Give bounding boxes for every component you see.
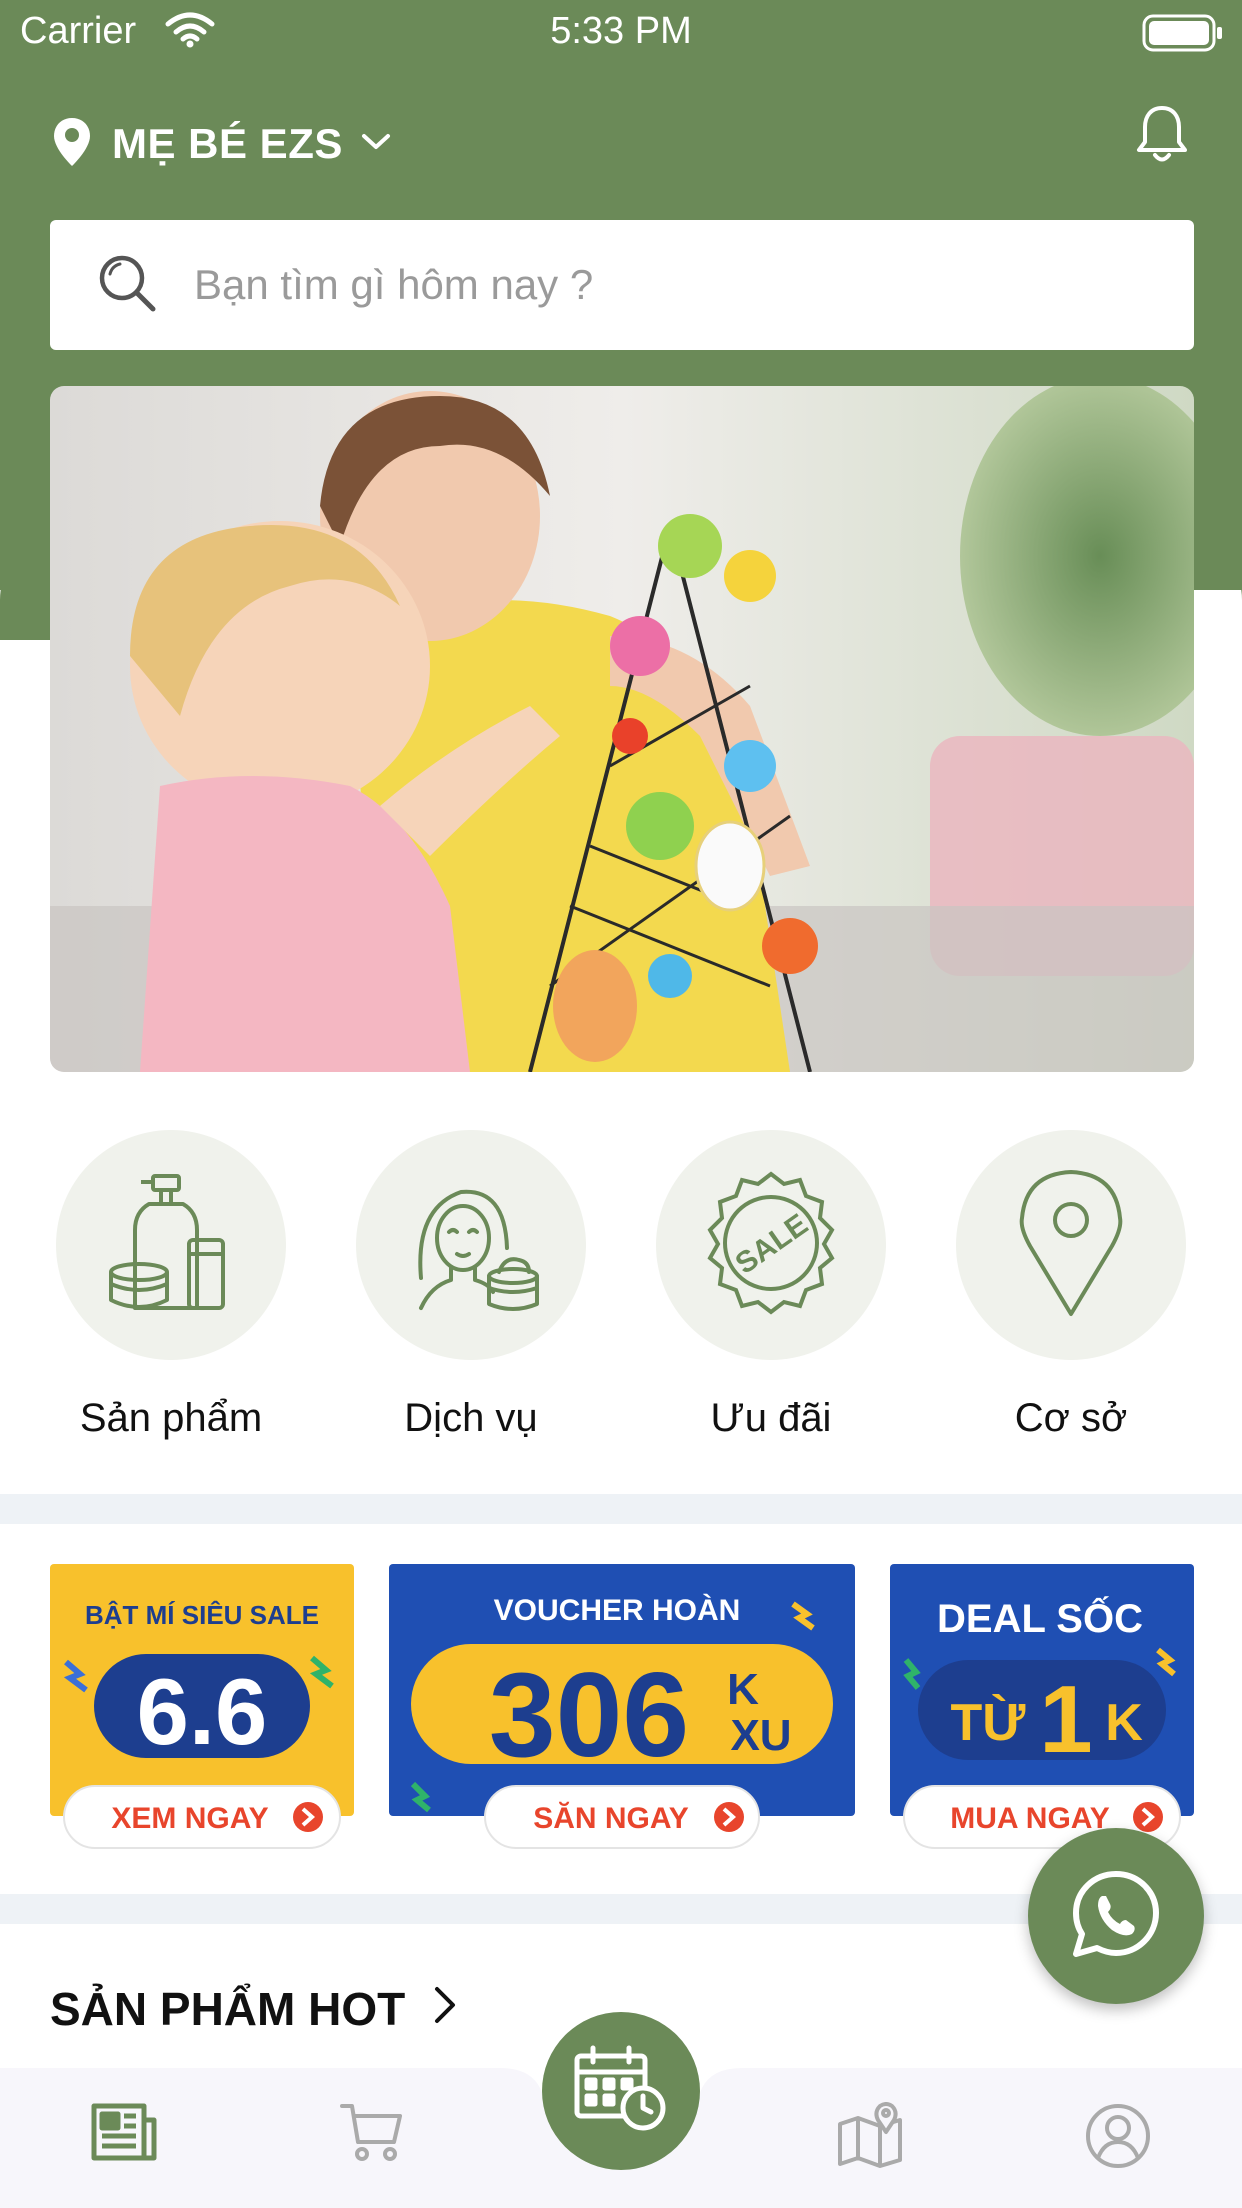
category-circle (56, 1130, 286, 1360)
beauty-service-icon (401, 1168, 541, 1323)
category-products[interactable]: Sản phẩm (21, 1130, 321, 1441)
promo-banner-voucher[interactable]: VOUCHER HOÀN 306 K XU SĂN NGAY (389, 1564, 855, 1859)
promo-big-unit: K (1105, 1694, 1143, 1752)
promo-big-text: TỪ (951, 1694, 1027, 1752)
nav-map[interactable] (836, 2102, 904, 2173)
category-label: Sản phẩm (79, 1396, 263, 1440)
section-divider (0, 1494, 1242, 1524)
category-label: Dịch vụ (404, 1396, 538, 1440)
clock: 5:33 PM (550, 10, 692, 52)
nav-cart[interactable] (340, 2102, 404, 2167)
search-bar[interactable] (50, 220, 1194, 350)
chevron-down-icon (361, 132, 391, 157)
category-offers[interactable]: SALE Ưu đãi (621, 1130, 921, 1441)
status-bar: Carrier 5:33 PM (0, 0, 1242, 64)
map-icon (836, 2102, 904, 2172)
bell-icon[interactable] (1134, 104, 1190, 171)
promo-big-text: 306 (489, 1648, 689, 1782)
promo-cta: MUA NGAY (950, 1802, 1109, 1835)
promo-big-number: 1 (1039, 1666, 1092, 1773)
location-name: MẸ BÉ EZS (112, 120, 343, 167)
category-circle (956, 1130, 1186, 1360)
location-selector[interactable]: MẸ BÉ EZS (52, 112, 391, 176)
promo-top-text: DEAL SỐC (937, 1595, 1143, 1641)
location-pin-icon (1016, 1168, 1126, 1323)
calendar-clock-icon (573, 2044, 669, 2139)
promo-suffix-bottom: XU (730, 1711, 791, 1760)
svg-text:SALE: SALE (730, 1207, 814, 1280)
booking-button[interactable] (542, 2012, 700, 2170)
promo-cta: XEM NGAY (111, 1802, 268, 1835)
whatsapp-icon (1068, 1866, 1164, 1967)
category-grid: Sản phẩm Dịch vụ SALE Ưu đãi Cơ sở (0, 1130, 1242, 1470)
sale-badge-icon: SALE (696, 1168, 846, 1323)
location-pin-icon (52, 116, 92, 173)
search-input[interactable] (194, 261, 1094, 309)
promo-suffix-top: K (727, 1665, 759, 1714)
category-services[interactable]: Dịch vụ (321, 1130, 621, 1441)
hero-banner-image[interactable] (50, 386, 1194, 1072)
news-icon (90, 2103, 158, 2166)
search-icon (96, 252, 158, 319)
category-circle (356, 1130, 586, 1360)
hot-products-header[interactable]: SẢN PHẨM HOT (50, 1982, 457, 2036)
promo-banner-sale[interactable]: BẬT MÍ SIÊU SALE 6.6 XEM NGAY (50, 1564, 354, 1859)
cosmetics-icon (101, 1168, 241, 1323)
chevron-right-icon (433, 1982, 457, 2036)
category-label: Ưu đãi (710, 1396, 832, 1440)
promo-big-text: 6.6 (137, 1659, 268, 1764)
nav-profile[interactable] (1084, 2102, 1152, 2175)
promo-banner-deal[interactable]: DEAL SỐC TỪ 1 K MUA NGAY (890, 1564, 1194, 1859)
promo-carousel: BẬT MÍ SIÊU SALE 6.6 XEM NGAY VOUCHER HO… (0, 1548, 1242, 1858)
category-label: Cơ sở (1014, 1396, 1128, 1440)
section-title: SẢN PHẨM HOT (50, 1983, 406, 2035)
category-circle: SALE (656, 1130, 886, 1360)
promo-cta: SĂN NGAY (533, 1801, 689, 1835)
battery-icon (1142, 14, 1224, 57)
promo-top-text: BẬT MÍ SIÊU SALE (85, 1600, 319, 1630)
cart-icon (340, 2104, 404, 2166)
profile-icon (1084, 2104, 1152, 2174)
whatsapp-button[interactable] (1028, 1828, 1204, 2004)
nav-news[interactable] (90, 2102, 158, 2167)
category-locations[interactable]: Cơ sở (921, 1130, 1221, 1441)
promo-top-text: VOUCHER HOÀN (494, 1593, 741, 1627)
